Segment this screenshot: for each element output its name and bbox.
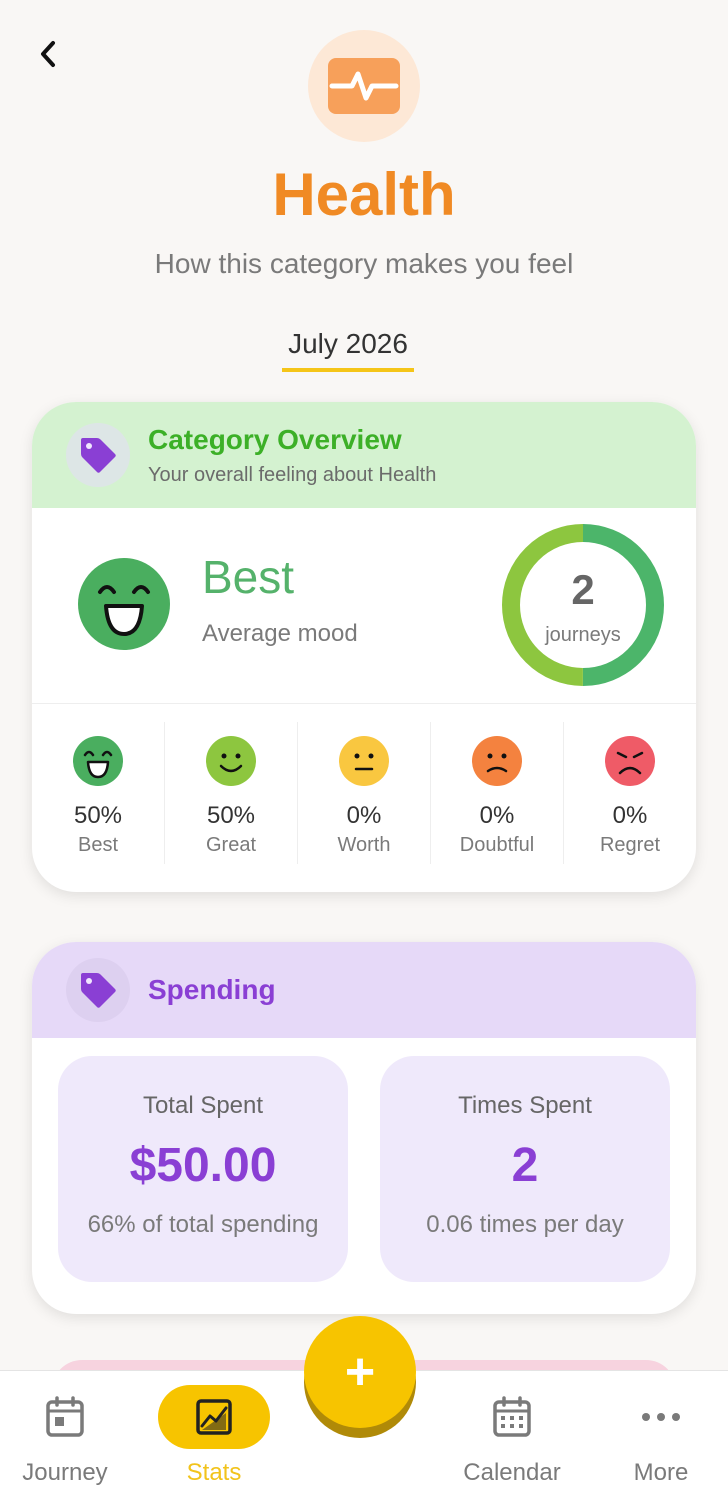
spending-header: Spending <box>32 942 696 1038</box>
average-mood-section: Best Average mood 2 journeys <box>32 508 696 704</box>
nav-stats-label: Stats <box>186 1459 242 1486</box>
times-spent-note: 0.06 times per day <box>426 1211 624 1238</box>
times-spent-value: 2 <box>511 1139 539 1192</box>
heartbeat-icon <box>328 58 400 114</box>
mood-best: 50% Best <box>32 722 165 864</box>
page-title: Health <box>272 161 456 228</box>
mood-worth: 0% Worth <box>298 722 431 864</box>
mood-name: Doubtful <box>459 834 535 856</box>
mood-doubtful: 0% Doubtful <box>431 722 564 864</box>
total-spent-tile: Total Spent $50.00 66% of total spending <box>58 1056 348 1282</box>
average-mood-value: Best <box>202 551 295 603</box>
best-face-icon <box>78 558 170 650</box>
mood-percent: 0% <box>346 802 382 829</box>
journeys-label: journeys <box>545 624 621 646</box>
category-overview-card: Category Overview Your overall feeling a… <box>32 402 696 892</box>
mood-regret: 0% Regret <box>564 722 696 864</box>
calendar-icon <box>493 1396 531 1437</box>
mood-name: Great <box>205 834 257 856</box>
best-face-icon <box>73 736 123 786</box>
worth-face-icon <box>339 736 389 786</box>
nav-stats[interactable]: Stats <box>149 1385 279 1487</box>
spending-title: Spending <box>148 974 276 1005</box>
spending-card: Spending Total Spent $50.00 66% of total… <box>32 942 696 1314</box>
nav-more[interactable]: More <box>596 1385 726 1487</box>
mood-percent: 50% <box>73 802 123 829</box>
great-face-icon <box>206 736 256 786</box>
mood-percent: 0% <box>479 802 515 829</box>
month-selector[interactable]: July 2026 <box>282 328 414 372</box>
mood-great: 50% Great <box>165 722 298 864</box>
overview-subtitle: Your overall feeling about Health <box>148 463 437 486</box>
nav-more-label: More <box>633 1459 689 1486</box>
page-subtitle: How this category makes you feel <box>154 248 574 279</box>
journal-icon <box>46 1396 84 1437</box>
nav-calendar-label: Calendar <box>463 1459 561 1486</box>
total-spent-note: 66% of total spending <box>87 1211 319 1238</box>
doubtful-face-icon <box>472 736 522 786</box>
total-spent-label: Total Spent <box>142 1092 264 1119</box>
mood-name: Best <box>77 834 119 856</box>
average-mood-caption: Average mood <box>202 620 358 647</box>
mood-name: Regret <box>599 834 661 856</box>
back-button[interactable] <box>30 36 66 72</box>
overview-header: Category Overview Your overall feeling a… <box>32 402 696 508</box>
add-entry-button[interactable]: + <box>304 1316 416 1428</box>
nav-journey[interactable]: Journey <box>0 1385 130 1487</box>
stats-chart-icon <box>196 1399 232 1435</box>
chevron-left-icon <box>41 41 55 67</box>
mood-percent: 50% <box>206 802 256 829</box>
regret-face-icon <box>605 736 655 786</box>
health-category-icon <box>308 30 420 142</box>
tag-icon <box>66 423 130 487</box>
nav-journey-label: Journey <box>22 1459 108 1486</box>
mood-percent: 0% <box>612 802 648 829</box>
nav-calendar[interactable]: Calendar <box>447 1385 577 1487</box>
times-spent-label: Times Spent <box>458 1092 592 1119</box>
overview-title: Category Overview <box>148 423 402 455</box>
tag-icon <box>66 958 130 1022</box>
total-spent-value: $50.00 <box>129 1139 277 1192</box>
mood-name: Worth <box>337 834 391 856</box>
more-dots-icon <box>642 1413 680 1421</box>
times-spent-tile: Times Spent 2 0.06 times per day <box>380 1056 670 1282</box>
mood-breakdown: 50% Best 50% Great 0% Worth 0% Doubtful … <box>32 704 696 892</box>
journeys-count: 2 <box>571 566 595 613</box>
